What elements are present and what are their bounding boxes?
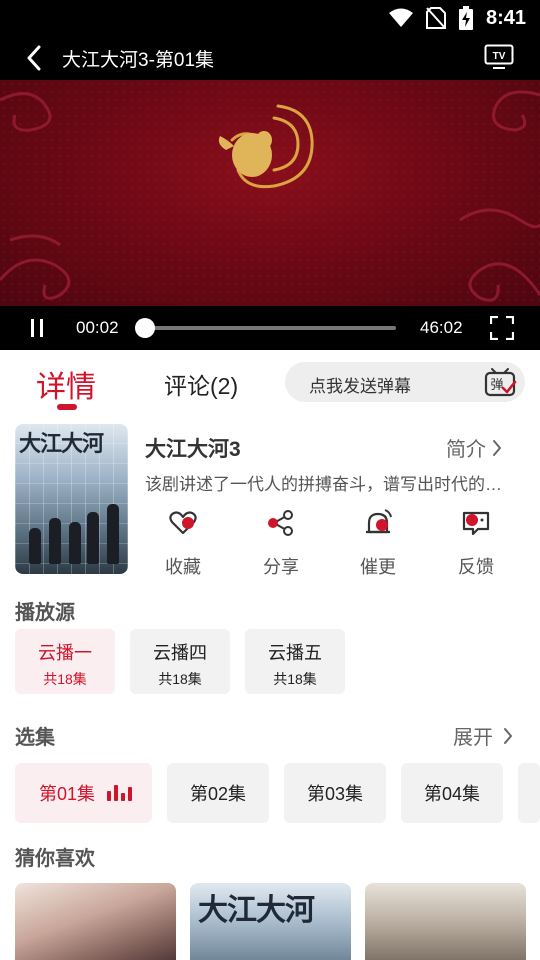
poster-figure — [87, 512, 99, 564]
episode-label: 第02集 — [189, 784, 247, 804]
source-card[interactable]: 云播四 共18集 — [130, 629, 230, 694]
video-frame[interactable] — [0, 80, 540, 306]
source-name: 云播一 — [38, 643, 92, 663]
cloud-ornament-left — [0, 92, 71, 300]
cast-tv-button[interactable]: TV — [484, 44, 514, 70]
share-icon — [268, 510, 293, 536]
source-name: 云播四 — [153, 643, 207, 663]
heart-icon — [169, 511, 197, 535]
studio-logo-image — [218, 104, 314, 189]
recommend-poster-title: 大江大河 — [198, 893, 315, 928]
source-card[interactable]: 云播一 共18集 — [15, 629, 115, 694]
progress-knob[interactable] — [135, 318, 156, 338]
danmaku-placeholder: 点我发送弹幕 — [309, 377, 411, 396]
tab-indicator — [57, 404, 77, 410]
recommend-thumbnail[interactable]: 大江大河 — [190, 883, 351, 960]
episode-card-partial[interactable] — [518, 763, 540, 823]
playing-equalizer-icon — [107, 785, 133, 801]
source-count: 共18集 — [43, 671, 87, 687]
total-time: 46:02 — [420, 318, 463, 337]
expand-label: 展开 — [453, 727, 493, 749]
share-button[interactable]: 分享 — [251, 508, 311, 579]
poster-figure — [29, 528, 41, 564]
source-card[interactable]: 云播五 共18集 — [245, 629, 345, 694]
episode-label: 第04集 — [423, 784, 481, 804]
sources-heading: 播放源 — [15, 602, 75, 624]
recommend-thumbnail[interactable] — [365, 883, 526, 960]
episode-card[interactable]: 第03集 — [284, 763, 386, 823]
no-sim-icon — [425, 7, 446, 29]
fullscreen-icon — [489, 315, 515, 341]
show-title: 大江大河3 — [145, 438, 241, 461]
chevron-right-icon — [493, 439, 501, 456]
poster-figure — [49, 518, 61, 564]
detail-tabs: 详情 评论(2) 点我发送弹幕 弹 — [0, 352, 540, 416]
pause-button[interactable] — [28, 316, 48, 340]
chevron-left-icon — [27, 45, 41, 71]
fullscreen-button[interactable] — [489, 315, 515, 341]
feedback-button[interactable]: 反馈 — [446, 508, 506, 579]
progress-slider[interactable] — [135, 318, 396, 338]
feedback-icon — [462, 511, 490, 536]
intro-label: 简介 — [446, 439, 486, 461]
poster-title: 大江大河 — [19, 431, 104, 457]
danmaku-input[interactable]: 点我发送弹幕 弹 — [285, 362, 525, 402]
tab-detail[interactable]: 详情 — [36, 362, 96, 406]
recommend-thumbnail[interactable] — [15, 883, 176, 960]
back-button[interactable] — [10, 36, 58, 80]
action-row: 收藏 分享 催更 反馈 — [145, 508, 525, 579]
episode-card[interactable]: 第04集 — [401, 763, 503, 823]
tv-icon: TV — [484, 44, 514, 69]
svg-text:TV: TV — [493, 51, 506, 62]
status-time: 8:41 — [485, 6, 526, 29]
synopsis: 该剧讲述了一代人的拼搏奋斗，谱写出时代的… — [145, 475, 502, 494]
video-title: 大江大河3-第01集 — [62, 49, 215, 71]
urge-update-button[interactable]: 催更 — [348, 508, 408, 579]
action-label: 分享 — [263, 557, 299, 577]
episode-card[interactable]: 第02集 — [167, 763, 269, 823]
player-controls: 00:02 46:02 — [0, 306, 540, 350]
source-count: 共18集 — [273, 671, 317, 687]
bell-icon — [366, 509, 392, 534]
pause-icon — [31, 319, 43, 337]
current-time: 00:02 — [76, 318, 119, 337]
show-poster[interactable]: 大江大河 — [15, 424, 128, 574]
source-name: 云播五 — [268, 643, 322, 663]
chevron-right-icon — [504, 727, 512, 744]
battery-charging-icon — [458, 6, 473, 30]
danmaku-send-icon[interactable]: 弹 — [483, 366, 517, 398]
cloud-ornament-right — [459, 90, 540, 302]
expand-episodes-link[interactable]: 展开 — [453, 721, 513, 750]
wifi-icon — [388, 8, 413, 27]
episodes-heading: 选集 — [15, 727, 55, 749]
poster-figure — [69, 522, 81, 564]
action-label: 收藏 — [165, 557, 201, 577]
source-count: 共18集 — [158, 671, 202, 687]
intro-link[interactable]: 简介 — [446, 433, 502, 462]
favorite-button[interactable]: 收藏 — [153, 508, 213, 579]
recommend-heading: 猜你喜欢 — [15, 848, 95, 870]
danmaku-icon-label: 弹 — [490, 378, 503, 393]
player-title-bar: 大江大河3-第01集 TV — [0, 36, 540, 80]
action-label: 反馈 — [458, 557, 494, 577]
episode-card[interactable]: 第01集 — [15, 763, 152, 823]
episode-label: 第01集 — [39, 784, 96, 804]
episode-label: 第03集 — [306, 784, 364, 804]
status-bar: 8:41 — [0, 0, 540, 36]
tab-comments[interactable]: 评论(2) — [164, 367, 238, 401]
action-label: 催更 — [360, 557, 396, 577]
poster-figure — [107, 504, 119, 564]
